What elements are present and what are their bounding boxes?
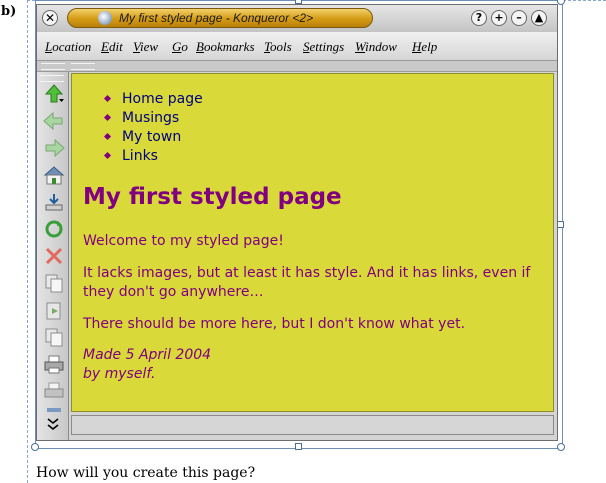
more-icon[interactable] <box>43 406 65 414</box>
menu-view[interactable]: View <box>133 39 158 55</box>
toolbar-grip[interactable] <box>71 63 95 70</box>
maximize-icon[interactable]: ▲ <box>531 10 547 26</box>
signature-author: by myself. <box>83 366 156 382</box>
bullet-icon <box>103 94 112 103</box>
close-icon[interactable]: ✕ <box>42 10 58 26</box>
back-arrow-icon[interactable] <box>43 111 65 131</box>
menu-settings[interactable]: Settings <box>303 39 344 55</box>
menu-tools[interactable]: Tools <box>264 39 292 55</box>
vertical-toolbar <box>37 72 69 440</box>
nav-link[interactable]: Links <box>103 147 203 166</box>
bullet-icon <box>103 132 112 141</box>
menu-help[interactable]: Help <box>412 39 437 55</box>
signature-date: Made 5 April 2004 <box>83 347 212 363</box>
titlebar: ✕ My first styled page - Konqueror <2> ?… <box>37 5 557 33</box>
menu-bookmarks[interactable]: Bookmarks <box>196 39 255 55</box>
paragraph-welcome: Welcome to my styled page! <box>83 233 284 249</box>
resize-handle-top-right[interactable] <box>557 0 565 5</box>
menu-edit[interactable]: Edit <box>101 39 123 55</box>
page-heading: My first styled page <box>83 184 342 210</box>
minimize-icon[interactable]: – <box>511 10 527 26</box>
print-preview-icon[interactable] <box>43 381 65 401</box>
up-arrow-icon[interactable] <box>43 84 65 104</box>
stop-icon[interactable] <box>43 246 65 266</box>
reload-icon[interactable] <box>43 219 65 239</box>
paragraph-more: There should be more here, but I don't k… <box>83 316 466 332</box>
konqueror-icon <box>98 11 112 25</box>
sticky-icon[interactable]: + <box>491 10 507 26</box>
resize-handle-bottom-left[interactable] <box>31 443 39 451</box>
resize-handle-bottom[interactable] <box>295 443 302 450</box>
paste-icon[interactable] <box>43 300 65 320</box>
status-bar <box>71 415 554 435</box>
paragraph-style: It lacks images, but at least it has sty… <box>83 265 531 300</box>
menu-location[interactable]: Location <box>45 39 91 55</box>
chevron-down-icon[interactable] <box>43 417 63 435</box>
window-title: My first styled page - Konqueror <2> <box>119 11 314 25</box>
resize-handle-right[interactable] <box>557 221 564 228</box>
print-icon[interactable] <box>43 354 65 374</box>
document-icon[interactable] <box>43 327 65 347</box>
menu-window[interactable]: Window <box>355 39 397 55</box>
nav-link[interactable]: Home page <box>103 90 203 109</box>
signature: Made 5 April 2004 by myself. <box>83 346 211 384</box>
nav-link[interactable]: Musings <box>103 109 203 128</box>
title-pill[interactable]: My first styled page - Konqueror <2> <box>67 8 373 28</box>
figure-label: b) <box>1 4 17 19</box>
forward-arrow-icon[interactable] <box>43 138 65 158</box>
konqueror-window: ✕ My first styled page - Konqueror <2> ?… <box>36 4 558 441</box>
menubar: Location Edit View Go Bookmarks Tools Se… <box>37 32 557 61</box>
help-icon[interactable]: ? <box>471 10 487 26</box>
sidebar-grip[interactable] <box>40 75 64 82</box>
bullet-icon <box>103 151 112 160</box>
page-viewport: Home page Musings My town Links My first… <box>71 73 554 412</box>
nav-list: Home page Musings My town Links <box>103 90 203 166</box>
home-icon[interactable] <box>43 165 65 185</box>
toolbar-grip[interactable] <box>41 63 65 70</box>
toolbar-handles <box>37 61 557 72</box>
resize-handle-bottom-right[interactable] <box>557 443 565 451</box>
question-text: How will you create this page? <box>36 465 256 481</box>
download-icon[interactable] <box>43 192 65 212</box>
guide-line-vertical <box>27 0 28 483</box>
bullet-icon <box>103 113 112 122</box>
menu-go[interactable]: Go <box>172 39 188 55</box>
nav-link[interactable]: My town <box>103 128 203 147</box>
copy-icon[interactable] <box>43 273 65 293</box>
